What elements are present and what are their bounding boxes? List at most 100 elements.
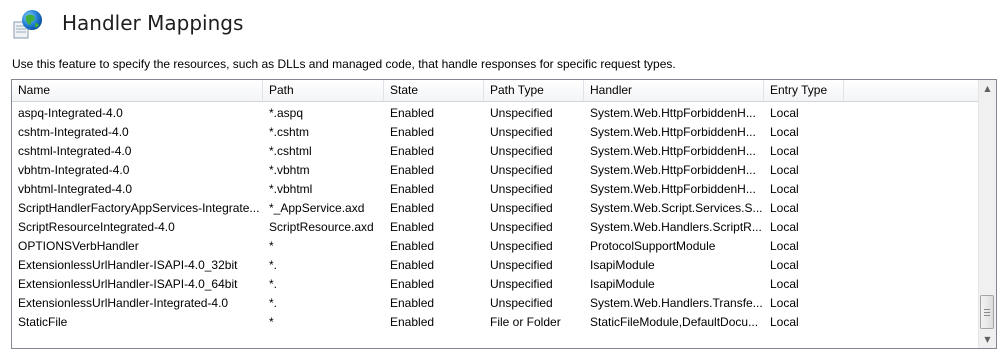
cell-entry-type: Local — [770, 277, 799, 291]
cell-name: StaticFile — [18, 315, 68, 329]
cell-path: * — [269, 315, 274, 329]
cell-path-type: Unspecified — [490, 125, 553, 139]
page-title: Handler Mappings — [62, 11, 244, 35]
cell-state: Enabled — [390, 144, 435, 158]
cell-name: ScriptHandlerFactoryAppServices-Integrat… — [18, 201, 260, 215]
cell-name: ExtensionlessUrlHandler-ISAPI-4.0_64bit — [18, 277, 238, 291]
cell-name: vbhtm-Integrated-4.0 — [18, 163, 130, 177]
list-body: aspq-Integrated-4.0 *.aspq Enabled Unspe… — [12, 102, 978, 348]
cell-entry-type: Local — [770, 144, 799, 158]
cell-handler: System.Web.Handlers.ScriptR... — [590, 220, 762, 234]
cell-state: Enabled — [390, 106, 435, 120]
scroll-up-arrow-icon[interactable]: ▲ — [979, 80, 996, 97]
cell-path: *.vbhtml — [269, 182, 313, 196]
cell-state: Enabled — [390, 315, 435, 329]
cell-name: aspq-Integrated-4.0 — [18, 106, 123, 120]
cell-state: Enabled — [390, 296, 435, 310]
cell-path-type: Unspecified — [490, 182, 553, 196]
cell-path: *.aspq — [269, 106, 304, 120]
cell-state: Enabled — [390, 239, 435, 253]
column-header-state[interactable]: State — [384, 80, 484, 101]
table-row[interactable]: ScriptResourceIntegrated-4.0 ScriptResou… — [12, 218, 978, 237]
cell-entry-type: Local — [770, 106, 799, 120]
column-header-handler[interactable]: Handler — [584, 80, 764, 101]
cell-handler: System.Web.HttpForbiddenH... — [590, 106, 756, 120]
cell-handler: System.Web.HttpForbiddenH... — [590, 125, 756, 139]
column-header-path[interactable]: Path — [263, 80, 384, 101]
feature-description: Use this feature to specify the resource… — [12, 57, 676, 71]
cell-path: *.cshtml — [269, 144, 312, 158]
table-row[interactable]: ExtensionlessUrlHandler-ISAPI-4.0_64bit … — [12, 275, 978, 294]
cell-entry-type: Local — [770, 239, 799, 253]
cell-state: Enabled — [390, 220, 435, 234]
cell-path-type: Unspecified — [490, 220, 553, 234]
cell-path: *.vbhtm — [269, 163, 310, 177]
cell-path: *. — [269, 258, 278, 272]
cell-state: Enabled — [390, 182, 435, 196]
cell-name: ExtensionlessUrlHandler-ISAPI-4.0_32bit — [18, 258, 238, 272]
cell-path-type: Unspecified — [490, 201, 553, 215]
cell-entry-type: Local — [770, 182, 799, 196]
table-row[interactable]: aspq-Integrated-4.0 *.aspq Enabled Unspe… — [12, 104, 978, 123]
cell-name: vbhtml-Integrated-4.0 — [18, 182, 133, 196]
cell-path-type: Unspecified — [490, 163, 553, 177]
cell-path: *.cshtm — [269, 125, 310, 139]
cell-path-type: Unspecified — [490, 144, 553, 158]
cell-path-type: Unspecified — [490, 106, 553, 120]
table-row[interactable]: ExtensionlessUrlHandler-ISAPI-4.0_32bit … — [12, 256, 978, 275]
cell-handler: StaticFileModule,DefaultDocu... — [590, 315, 759, 329]
cell-entry-type: Local — [770, 125, 799, 139]
cell-path-type: Unspecified — [490, 296, 553, 310]
cell-entry-type: Local — [770, 163, 799, 177]
cell-handler: System.Web.HttpForbiddenH... — [590, 182, 756, 196]
cell-state: Enabled — [390, 125, 435, 139]
cell-path: * — [269, 239, 274, 253]
cell-handler: System.Web.HttpForbiddenH... — [590, 144, 756, 158]
cell-name: cshtml-Integrated-4.0 — [18, 144, 132, 158]
handler-mappings-list[interactable]: Name Path State Path Type Handler Entry … — [11, 79, 997, 349]
cell-handler: System.Web.HttpForbiddenH... — [590, 163, 756, 177]
cell-path-type: Unspecified — [490, 239, 553, 253]
list-header: Name Path State Path Type Handler Entry … — [12, 80, 978, 102]
table-row[interactable]: vbhtm-Integrated-4.0 *.vbhtm Enabled Uns… — [12, 161, 978, 180]
globe-icon — [13, 10, 42, 39]
cell-name: OPTIONSVerbHandler — [18, 239, 139, 253]
cell-handler: ProtocolSupportModule — [590, 239, 716, 253]
cell-path-type: Unspecified — [490, 277, 553, 291]
cell-handler: System.Web.Handlers.Transfe... — [590, 296, 763, 310]
cell-entry-type: Local — [770, 258, 799, 272]
cell-path: *_AppService.axd — [269, 201, 365, 215]
table-row[interactable]: OPTIONSVerbHandler * Enabled Unspecified… — [12, 237, 978, 256]
table-row[interactable]: ExtensionlessUrlHandler-Integrated-4.0 *… — [12, 294, 978, 313]
table-row[interactable]: StaticFile * Enabled File or Folder Stat… — [12, 313, 978, 332]
cell-state: Enabled — [390, 258, 435, 272]
cell-name: cshtm-Integrated-4.0 — [18, 125, 129, 139]
table-row[interactable]: ScriptHandlerFactoryAppServices-Integrat… — [12, 199, 978, 218]
cell-path-type: File or Folder — [490, 315, 561, 329]
cell-state: Enabled — [390, 201, 435, 215]
scrollbar-thumb[interactable] — [980, 295, 994, 329]
cell-path-type: Unspecified — [490, 258, 553, 272]
cell-handler: System.Web.Script.Services.S... — [590, 201, 763, 215]
cell-name: ExtensionlessUrlHandler-Integrated-4.0 — [18, 296, 229, 310]
vertical-scrollbar[interactable]: ▲ ▼ — [978, 80, 996, 348]
table-row[interactable]: cshtm-Integrated-4.0 *.cshtm Enabled Uns… — [12, 123, 978, 142]
table-row[interactable]: vbhtml-Integrated-4.0 *.vbhtml Enabled U… — [12, 180, 978, 199]
cell-handler: IsapiModule — [590, 277, 655, 291]
cell-handler: IsapiModule — [590, 258, 655, 272]
scroll-down-arrow-icon[interactable]: ▼ — [979, 331, 996, 348]
cell-path: *. — [269, 277, 278, 291]
column-header-path-type[interactable]: Path Type — [484, 80, 584, 101]
table-row[interactable]: cshtml-Integrated-4.0 *.cshtml Enabled U… — [12, 142, 978, 161]
cell-path: *. — [269, 296, 278, 310]
cell-path: ScriptResource.axd — [269, 220, 374, 234]
column-header-name[interactable]: Name — [12, 80, 263, 101]
cell-entry-type: Local — [770, 220, 799, 234]
cell-entry-type: Local — [770, 296, 799, 310]
cell-state: Enabled — [390, 163, 435, 177]
column-header-entry-type[interactable]: Entry Type — [764, 80, 844, 101]
header: Handler Mappings — [0, 0, 999, 50]
cell-state: Enabled — [390, 277, 435, 291]
cell-name: ScriptResourceIntegrated-4.0 — [18, 220, 175, 234]
cell-entry-type: Local — [770, 201, 799, 215]
